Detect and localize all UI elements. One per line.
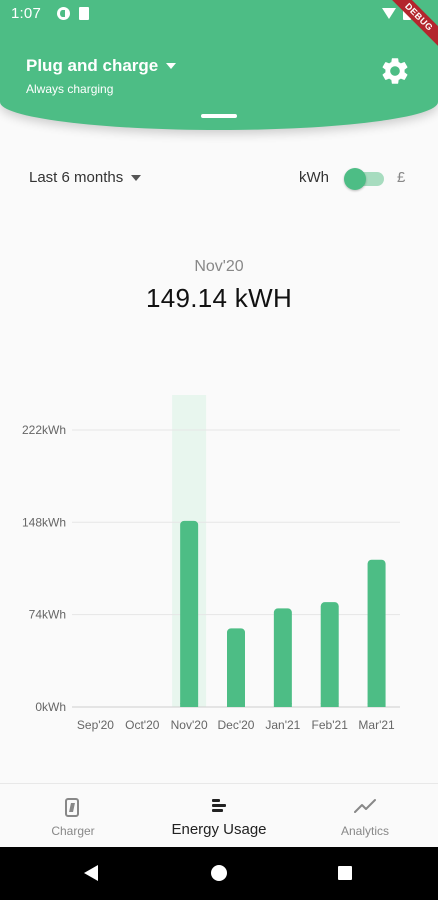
bottom-navigation: Charger Energy Usage Analytics: [0, 783, 438, 847]
bar-base: [227, 703, 245, 707]
analytics-icon: [354, 799, 376, 813]
x-tick-label: Mar'21: [358, 718, 395, 732]
y-tick-label: 0kWh: [35, 700, 66, 714]
bar-Feb'21[interactable]: [320, 602, 339, 707]
drawer-handle[interactable]: [201, 114, 237, 118]
nav-charger[interactable]: Charger: [30, 784, 116, 848]
y-tick-label: 148kWh: [22, 515, 66, 529]
chevron-down-icon: [166, 63, 177, 69]
charge-mode-subtitle: Always charging: [26, 82, 114, 96]
bar-Mar'21[interactable]: [367, 559, 386, 707]
x-tick-label: Jan'21: [265, 718, 300, 732]
bar-Jan'21[interactable]: [273, 608, 292, 707]
bar-base: [320, 703, 339, 707]
nav-analytics-label: Analytics: [340, 824, 390, 838]
charge-mode-dropdown[interactable]: Plug and charge: [26, 56, 177, 76]
charger-icon: [65, 798, 79, 817]
x-tick-label: Sep'20: [77, 718, 114, 732]
sim-card-icon: [79, 7, 89, 20]
x-tick-label: Feb'21: [312, 718, 349, 732]
nav-energy-usage[interactable]: Energy Usage: [160, 784, 278, 848]
unit-kwh-label: kWh: [299, 169, 329, 186]
notification-icon: [57, 7, 70, 20]
unit-gbp-label: £: [397, 169, 406, 186]
energy-bar-chart[interactable]: 0kWh 74kWh 148kWh 222kWh Sep'20 Oct'20 Nov'20 D…: [0, 380, 438, 755]
y-tick-label: 222kWh: [22, 423, 66, 437]
home-icon[interactable]: [211, 865, 227, 881]
recent-apps-icon[interactable]: [338, 866, 352, 880]
system-navigation-bar: [0, 847, 438, 900]
bar-base: [367, 703, 386, 707]
x-tick-label: Nov'20: [171, 718, 208, 732]
energy-usage-icon: [212, 799, 228, 813]
unit-toggle[interactable]: [344, 168, 384, 190]
selected-month: Nov'20: [194, 258, 244, 275]
nav-energy-usage-label: Energy Usage: [171, 821, 267, 838]
back-icon[interactable]: [84, 865, 98, 881]
chevron-down-icon: [131, 174, 142, 181]
x-tick-label: Oct'20: [125, 718, 160, 732]
bar-Dec'20[interactable]: [227, 628, 245, 707]
nav-charger-label: Charger: [51, 824, 95, 838]
wifi-icon: [382, 8, 396, 19]
app-screen: 1:07 DEBUG Plug and charge Always chargi…: [0, 0, 438, 900]
status-time: 1:07: [11, 5, 41, 22]
period-dropdown[interactable]: Last 6 months: [29, 169, 142, 186]
y-tick-label: 74kWh: [29, 608, 66, 622]
nav-analytics[interactable]: Analytics: [325, 784, 405, 848]
period-label: Last 6 months: [29, 169, 124, 186]
bar-base: [180, 703, 199, 707]
app-header: 1:07 DEBUG Plug and charge Always chargi…: [0, 0, 438, 130]
settings-gear-icon[interactable]: [379, 55, 411, 87]
charge-mode-label: Plug and charge: [26, 56, 159, 75]
toggle-thumb: [344, 168, 366, 190]
bar-Nov'20[interactable]: [180, 520, 199, 707]
selected-value: 149.14 kWH: [145, 283, 293, 313]
bar-base: [273, 703, 292, 707]
status-bar: 1:07: [0, 0, 438, 28]
x-tick-label: Dec'20: [218, 718, 255, 732]
